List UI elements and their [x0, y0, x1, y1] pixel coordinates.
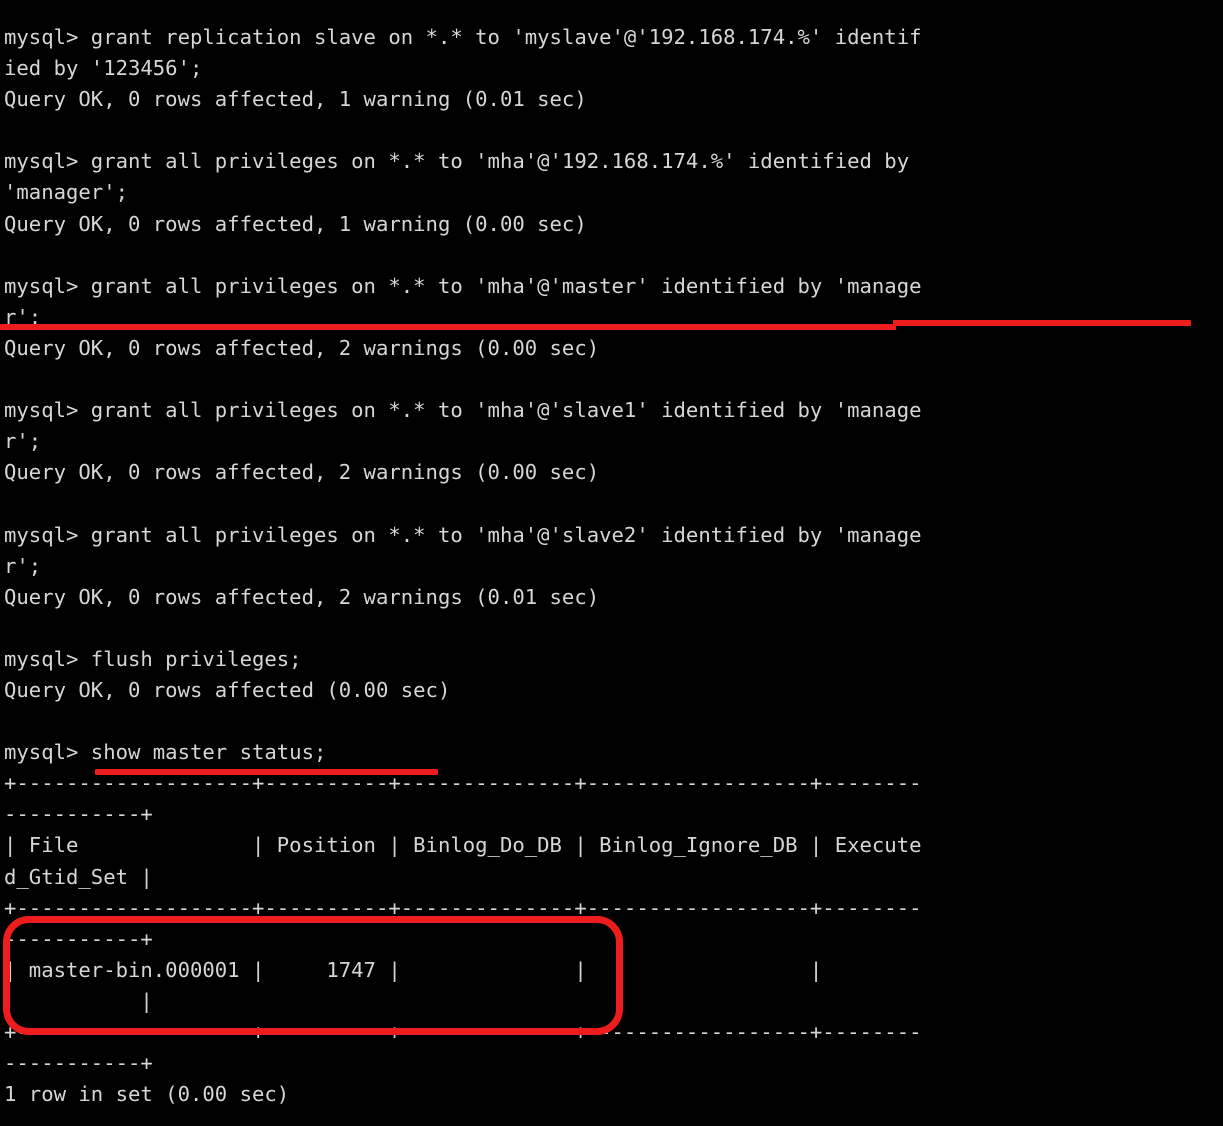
terminal-output: mysql> grant replication slave on *.* to… — [4, 25, 922, 1107]
terminal-window[interactable]: mysql> grant replication slave on *.* to… — [0, 0, 1223, 1126]
underline-grant-mha-master-tail — [893, 320, 1191, 326]
